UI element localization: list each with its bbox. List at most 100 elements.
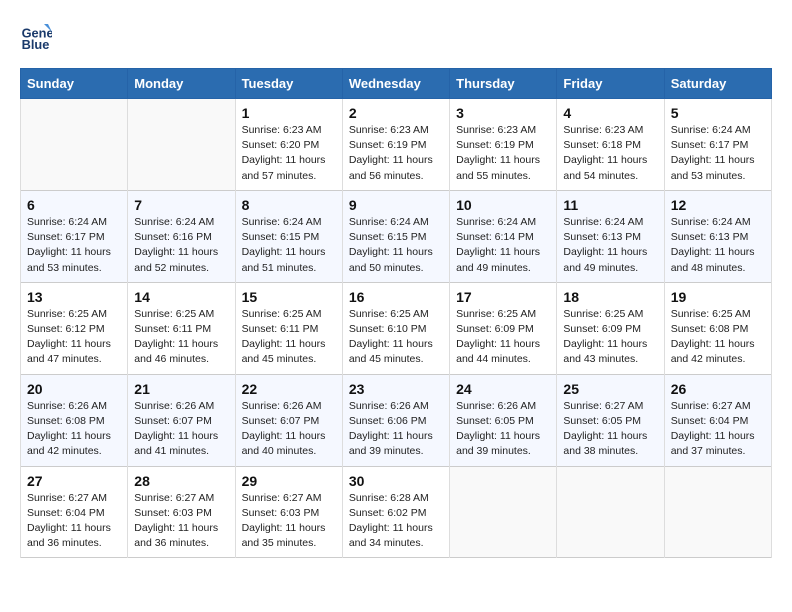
calendar-cell: 9Sunrise: 6:24 AM Sunset: 6:15 PM Daylig… <box>342 190 449 282</box>
calendar-header: SundayMondayTuesdayWednesdayThursdayFrid… <box>21 69 772 99</box>
day-number: 1 <box>242 105 336 121</box>
day-number: 29 <box>242 473 336 489</box>
calendar-cell: 18 Sunrise: 6:25 AM Sunset: 6:09 PM Dayli… <box>557 282 664 374</box>
calendar-cell: 28 Sunrise: 6:27 AM Sunset: 6:03 PM Dayli… <box>128 466 235 558</box>
calendar-cell: 8 Sunrise: 6:24 AM Sunset: 6:15 PM Daylig… <box>235 190 342 282</box>
day-info: Sunrise: 6:24 AM Sunset: 6:14 PM Dayligh… <box>456 215 550 276</box>
weekday-header: Thursday <box>450 69 557 99</box>
day-info: Sunrise: 6:24 AM Sunset: 6:17 PM Dayligh… <box>671 123 765 184</box>
day-number: 9 <box>349 197 443 213</box>
calendar-cell: 1 Sunrise: 6:23 AM Sunset: 6:20 PM Daylig… <box>235 99 342 191</box>
day-info: Sunrise: 6:27 AM Sunset: 6:03 PM Dayligh… <box>134 491 228 552</box>
day-info: Sunrise: 6:26 AM Sunset: 6:06 PM Dayligh… <box>349 399 443 460</box>
day-number: 8 <box>242 197 336 213</box>
day-info: Sunrise: 6:27 AM Sunset: 6:03 PM Dayligh… <box>242 491 336 552</box>
day-info: Sunrise: 6:25 AM Sunset: 6:08 PM Dayligh… <box>671 307 765 368</box>
calendar-cell <box>450 466 557 558</box>
calendar-cell: 11 Sunrise: 6:24 AM Sunset: 6:13 PM Dayli… <box>557 190 664 282</box>
day-info: Sunrise: 6:23 AM Sunset: 6:20 PM Dayligh… <box>242 123 336 184</box>
day-number: 23 <box>349 381 443 397</box>
day-number: 26 <box>671 381 765 397</box>
calendar-cell <box>21 99 128 191</box>
weekday-header: Sunday <box>21 69 128 99</box>
day-info: Sunrise: 6:25 AM Sunset: 6:09 PM Dayligh… <box>456 307 550 368</box>
calendar-cell <box>664 466 771 558</box>
calendar-cell: 15 Sunrise: 6:25 AM Sunset: 6:11 PM Dayli… <box>235 282 342 374</box>
day-number: 24 <box>456 381 550 397</box>
day-info: Sunrise: 6:24 AM Sunset: 6:13 PM Dayligh… <box>671 215 765 276</box>
day-number: 25 <box>563 381 657 397</box>
day-info: Sunrise: 6:24 AM Sunset: 6:17 PM Dayligh… <box>27 215 121 276</box>
calendar-cell: 20Sunrise: 6:26 AM Sunset: 6:08 PM Dayli… <box>21 374 128 466</box>
day-number: 21 <box>134 381 228 397</box>
weekday-header: Tuesday <box>235 69 342 99</box>
day-info: Sunrise: 6:25 AM Sunset: 6:09 PM Dayligh… <box>563 307 657 368</box>
day-info: Sunrise: 6:23 AM Sunset: 6:19 PM Dayligh… <box>349 123 443 184</box>
day-number: 13 <box>27 289 121 305</box>
calendar-cell: 6 Sunrise: 6:24 AM Sunset: 6:17 PM Daylig… <box>21 190 128 282</box>
day-number: 12 <box>671 197 765 213</box>
day-info: Sunrise: 6:23 AM Sunset: 6:19 PM Dayligh… <box>456 123 550 184</box>
day-info: Sunrise: 6:26 AM Sunset: 6:07 PM Dayligh… <box>242 399 336 460</box>
calendar-cell: 27 Sunrise: 6:27 AM Sunset: 6:04 PM Dayli… <box>21 466 128 558</box>
calendar-cell: 30Sunrise: 6:28 AM Sunset: 6:02 PM Dayli… <box>342 466 449 558</box>
day-info: Sunrise: 6:27 AM Sunset: 6:04 PM Dayligh… <box>27 491 121 552</box>
calendar-cell: 7 Sunrise: 6:24 AM Sunset: 6:16 PM Daylig… <box>128 190 235 282</box>
calendar-cell: 25Sunrise: 6:27 AM Sunset: 6:05 PM Dayli… <box>557 374 664 466</box>
day-info: Sunrise: 6:25 AM Sunset: 6:10 PM Dayligh… <box>349 307 443 368</box>
calendar-cell: 14 Sunrise: 6:25 AM Sunset: 6:11 PM Dayli… <box>128 282 235 374</box>
calendar-cell: 26 Sunrise: 6:27 AM Sunset: 6:04 PM Dayli… <box>664 374 771 466</box>
day-number: 5 <box>671 105 765 121</box>
day-info: Sunrise: 6:25 AM Sunset: 6:11 PM Dayligh… <box>242 307 336 368</box>
day-info: Sunrise: 6:26 AM Sunset: 6:05 PM Dayligh… <box>456 399 550 460</box>
calendar-cell: 10 Sunrise: 6:24 AM Sunset: 6:14 PM Dayli… <box>450 190 557 282</box>
day-number: 17 <box>456 289 550 305</box>
day-number: 7 <box>134 197 228 213</box>
calendar-cell: 4 Sunrise: 6:23 AM Sunset: 6:18 PM Daylig… <box>557 99 664 191</box>
calendar-cell: 21 Sunrise: 6:26 AM Sunset: 6:07 PM Dayli… <box>128 374 235 466</box>
day-number: 28 <box>134 473 228 489</box>
day-number: 4 <box>563 105 657 121</box>
calendar-cell: 16 Sunrise: 6:25 AM Sunset: 6:10 PM Dayli… <box>342 282 449 374</box>
day-number: 6 <box>27 197 121 213</box>
svg-text:Blue: Blue <box>22 37 50 52</box>
day-info: Sunrise: 6:26 AM Sunset: 6:07 PM Dayligh… <box>134 399 228 460</box>
weekday-header: Monday <box>128 69 235 99</box>
weekday-header: Saturday <box>664 69 771 99</box>
day-number: 22 <box>242 381 336 397</box>
day-number: 30 <box>349 473 443 489</box>
day-info: Sunrise: 6:24 AM Sunset: 6:15 PM Dayligh… <box>242 215 336 276</box>
day-info: Sunrise: 6:25 AM Sunset: 6:11 PM Dayligh… <box>134 307 228 368</box>
calendar-table: SundayMondayTuesdayWednesdayThursdayFrid… <box>20 68 772 558</box>
logo-icon: General Blue <box>20 20 52 52</box>
day-number: 18 <box>563 289 657 305</box>
day-info: Sunrise: 6:27 AM Sunset: 6:04 PM Dayligh… <box>671 399 765 460</box>
calendar-cell <box>128 99 235 191</box>
calendar-cell: 22 Sunrise: 6:26 AM Sunset: 6:07 PM Dayli… <box>235 374 342 466</box>
day-number: 3 <box>456 105 550 121</box>
day-number: 15 <box>242 289 336 305</box>
calendar-cell: 5 Sunrise: 6:24 AM Sunset: 6:17 PM Daylig… <box>664 99 771 191</box>
calendar-cell: 29 Sunrise: 6:27 AM Sunset: 6:03 PM Dayli… <box>235 466 342 558</box>
day-number: 2 <box>349 105 443 121</box>
day-number: 19 <box>671 289 765 305</box>
calendar-cell: 3 Sunrise: 6:23 AM Sunset: 6:19 PM Daylig… <box>450 99 557 191</box>
weekday-header: Wednesday <box>342 69 449 99</box>
weekday-header: Friday <box>557 69 664 99</box>
day-info: Sunrise: 6:23 AM Sunset: 6:18 PM Dayligh… <box>563 123 657 184</box>
day-info: Sunrise: 6:26 AM Sunset: 6:08 PM Dayligh… <box>27 399 121 460</box>
day-info: Sunrise: 6:24 AM Sunset: 6:13 PM Dayligh… <box>563 215 657 276</box>
day-info: Sunrise: 6:24 AM Sunset: 6:16 PM Dayligh… <box>134 215 228 276</box>
calendar-cell: 24 Sunrise: 6:26 AM Sunset: 6:05 PM Dayli… <box>450 374 557 466</box>
day-number: 14 <box>134 289 228 305</box>
calendar-cell <box>557 466 664 558</box>
calendar-cell: 2 Sunrise: 6:23 AM Sunset: 6:19 PM Daylig… <box>342 99 449 191</box>
calendar-body: 1 Sunrise: 6:23 AM Sunset: 6:20 PM Daylig… <box>21 99 772 558</box>
calendar-cell: 23 Sunrise: 6:26 AM Sunset: 6:06 PM Dayli… <box>342 374 449 466</box>
calendar-cell: 12 Sunrise: 6:24 AM Sunset: 6:13 PM Dayli… <box>664 190 771 282</box>
day-number: 10 <box>456 197 550 213</box>
page-header: General Blue <box>20 20 772 52</box>
day-number: 16 <box>349 289 443 305</box>
day-number: 27 <box>27 473 121 489</box>
day-number: 11 <box>563 197 657 213</box>
